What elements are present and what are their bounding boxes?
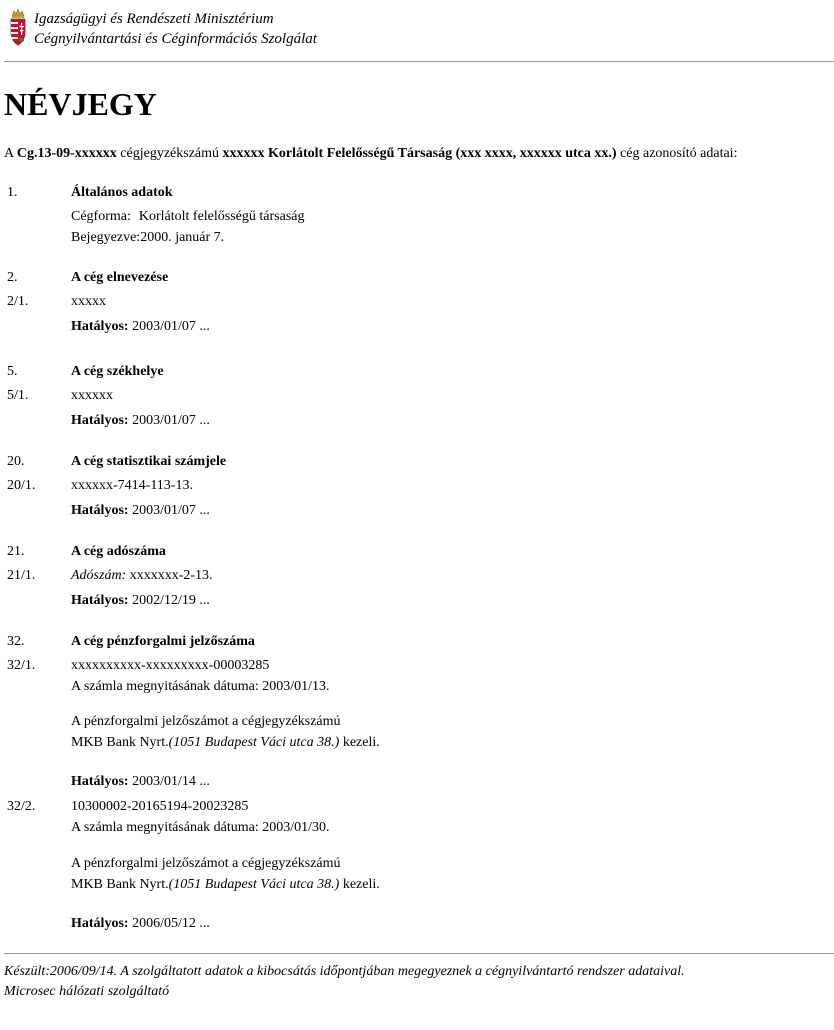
section-title: Általános adatok — [71, 185, 173, 200]
page-footer: Készült:2006/09/14. A szolgáltatott adat… — [4, 962, 685, 1002]
ministry-name: Igazságügyi és Rendészeti Minisztérium — [34, 11, 274, 27]
entry-number: 21/1. — [7, 568, 36, 583]
account-opened-date: A számla megnyitásának dátuma: 2003/01/1… — [71, 679, 330, 694]
registration-number: Cg.13-09-xxxxxx — [16, 146, 117, 161]
section-number: 1. — [7, 185, 18, 200]
footer-divider — [4, 953, 834, 954]
header-divider — [4, 61, 834, 62]
bank-address: (1051 Budapest Váci utca 38.) — [168, 735, 340, 750]
company-form-value: Korlátolt felelősségű társaság — [138, 209, 305, 224]
service-name: Cégnyilvántartási és Céginformációs Szol… — [34, 31, 317, 47]
section-title: A cég székhelye — [71, 364, 164, 379]
intro-prefix: A — [4, 146, 17, 161]
effective-label: Hatályos: — [71, 916, 129, 931]
account-manager-text: A pénzforgalmi jelzőszámot a cégjegyzéks… — [71, 714, 341, 729]
effective-date: 2003/01/07 ... — [128, 319, 210, 334]
bank-name: MKB Bank Nyrt. — [71, 735, 169, 750]
entry-number: 32/2. — [7, 799, 36, 814]
entry-value: xxxxxx — [71, 388, 113, 403]
section-title: A cég pénzforgalmi jelzőszáma — [71, 634, 255, 649]
footer-generated-note: Készült:2006/09/14. A szolgáltatott adat… — [4, 964, 685, 979]
section-title: A cég statisztikai számjele — [71, 454, 227, 469]
company-name: xxxxxx Korlátolt Felelősségű Társaság (x… — [222, 146, 617, 161]
bank-name: MKB Bank Nyrt. — [71, 877, 169, 892]
bank-suffix: kezeli. — [339, 735, 380, 750]
registered-label: Bejegyezve: — [71, 230, 141, 245]
effective-date: 2002/12/19 ... — [128, 593, 210, 608]
intro-middle: cégjegyzékszámú — [116, 146, 223, 161]
intro-suffix: cég azonosító adatai: — [616, 146, 738, 161]
effective-label: Hatályos: — [71, 774, 129, 789]
bank-suffix: kezeli. — [339, 877, 380, 892]
entry-number: 20/1. — [7, 478, 36, 493]
effective-date: 2006/05/12 ... — [128, 916, 210, 931]
page-title: NÉVJEGY — [4, 86, 157, 122]
entry-number: 32/1. — [7, 658, 36, 673]
entry-value: xxxxxxx-2-13. — [126, 568, 213, 583]
account-number: xxxxxxxxxx-xxxxxxxxx-00003285 — [71, 658, 270, 673]
intro-paragraph: A Cg.13-09-xxxxxx cégjegyzékszámú xxxxxx… — [4, 145, 737, 163]
entry-value: xxxxxx-7414-113-13. — [71, 478, 193, 493]
effective-date: 2003/01/07 ... — [128, 413, 210, 428]
account-manager-text: A pénzforgalmi jelzőszámot a cégjegyzéks… — [71, 856, 341, 871]
effective-label: Hatályos: — [71, 413, 129, 428]
section-title: A cég adószáma — [71, 544, 166, 559]
effective-date: 2003/01/07 ... — [128, 503, 210, 518]
header-text: Igazságügyi és Rendészeti Minisztérium C… — [34, 9, 317, 49]
page-header: Igazságügyi és Rendészeti Minisztérium C… — [8, 8, 317, 50]
registered-value: 2000. január 7. — [140, 230, 225, 245]
section-number: 5. — [7, 364, 18, 379]
section-number: 20. — [7, 454, 25, 469]
bank-address: (1051 Budapest Váci utca 38.) — [168, 877, 340, 892]
section-number: 32. — [7, 634, 25, 649]
section-number: 21. — [7, 544, 25, 559]
account-opened-date: A számla megnyitásának dátuma: 2003/01/3… — [71, 820, 330, 835]
entry-number: 2/1. — [7, 294, 29, 309]
effective-date: 2003/01/14 ... — [128, 774, 210, 789]
coat-of-arms-icon — [10, 8, 26, 46]
effective-label: Hatályos: — [71, 319, 129, 334]
entry-value: xxxxx — [71, 294, 106, 309]
effective-label: Hatályos: — [71, 593, 129, 608]
section-number: 2. — [7, 270, 18, 285]
effective-label: Hatályos: — [71, 503, 129, 518]
footer-provider: Microsec hálózati szolgáltató — [4, 984, 170, 999]
account-number: 10300002-20165194-20023285 — [71, 799, 249, 814]
section-title: A cég elnevezése — [71, 270, 169, 285]
company-form-label: Cégforma: — [71, 209, 131, 224]
entry-number: 5/1. — [7, 388, 29, 403]
tax-number-label: Adószám: — [71, 568, 127, 583]
